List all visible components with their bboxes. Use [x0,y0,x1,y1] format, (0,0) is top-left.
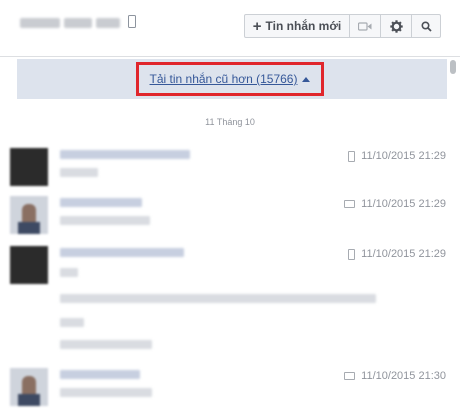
message-meta: 11/10/2015 21:29 [348,248,446,260]
message-meta: 11/10/2015 21:30 [344,370,446,382]
load-older-label: Tải tin nhắn cũ hơn (15766) [149,72,298,86]
message-text-blurred [60,318,84,327]
load-older-highlight: Tải tin nhắn cũ hơn (15766) [136,62,324,96]
mobile-icon [348,150,356,162]
video-call-button[interactable] [349,14,381,38]
search-button[interactable] [411,14,441,38]
date-separator: 11 Tháng 10 [205,117,255,127]
video-camera-icon [358,21,372,31]
message-timestamp: 11/10/2015 21:30 [361,370,446,382]
contact-name-blurred-3 [96,18,120,28]
avatar[interactable] [10,148,48,186]
contact-name-blurred-2 [64,18,92,28]
chat-icon [344,200,356,208]
sender-name-blurred[interactable] [60,370,140,379]
mobile-icon [348,248,356,260]
conversation-header: + Tin nhắn mới [0,0,460,57]
message-meta: 11/10/2015 21:29 [344,198,446,210]
message-timestamp: 11/10/2015 21:29 [361,150,446,162]
scrollbar-thumb[interactable] [450,60,456,74]
contact-name-blurred[interactable] [20,18,60,28]
settings-button[interactable] [380,14,412,38]
gear-icon [389,19,403,33]
message-text-blurred [60,294,376,303]
sender-name-blurred[interactable] [60,198,142,207]
message-timestamp: 11/10/2015 21:29 [361,198,446,210]
avatar[interactable] [10,246,48,284]
message-timestamp: 11/10/2015 21:29 [361,248,446,260]
header-toolbar: + Tin nhắn mới [244,14,441,38]
avatar-shirt [18,222,40,234]
message-meta: 11/10/2015 21:29 [348,150,446,162]
load-older-messages-link[interactable]: Tải tin nhắn cũ hơn (15766) [150,72,311,86]
new-message-button[interactable]: + Tin nhắn mới [244,14,350,38]
plus-icon: + [252,17,262,35]
message-text-blurred [60,216,150,225]
sender-name-blurred[interactable] [60,248,184,257]
message-text-blurred [60,168,98,177]
mobile-icon [128,15,136,28]
chat-icon [344,372,356,380]
new-message-label: Tin nhắn mới [265,19,342,33]
caret-up-icon [302,77,311,83]
avatar[interactable] [10,368,48,406]
search-icon [420,20,432,32]
sender-name-blurred[interactable] [60,150,190,159]
message-text-blurred [60,340,152,349]
message-text-blurred [60,268,78,277]
message-text-blurred [60,388,152,397]
avatar[interactable] [10,196,48,234]
avatar-shirt [18,394,40,406]
